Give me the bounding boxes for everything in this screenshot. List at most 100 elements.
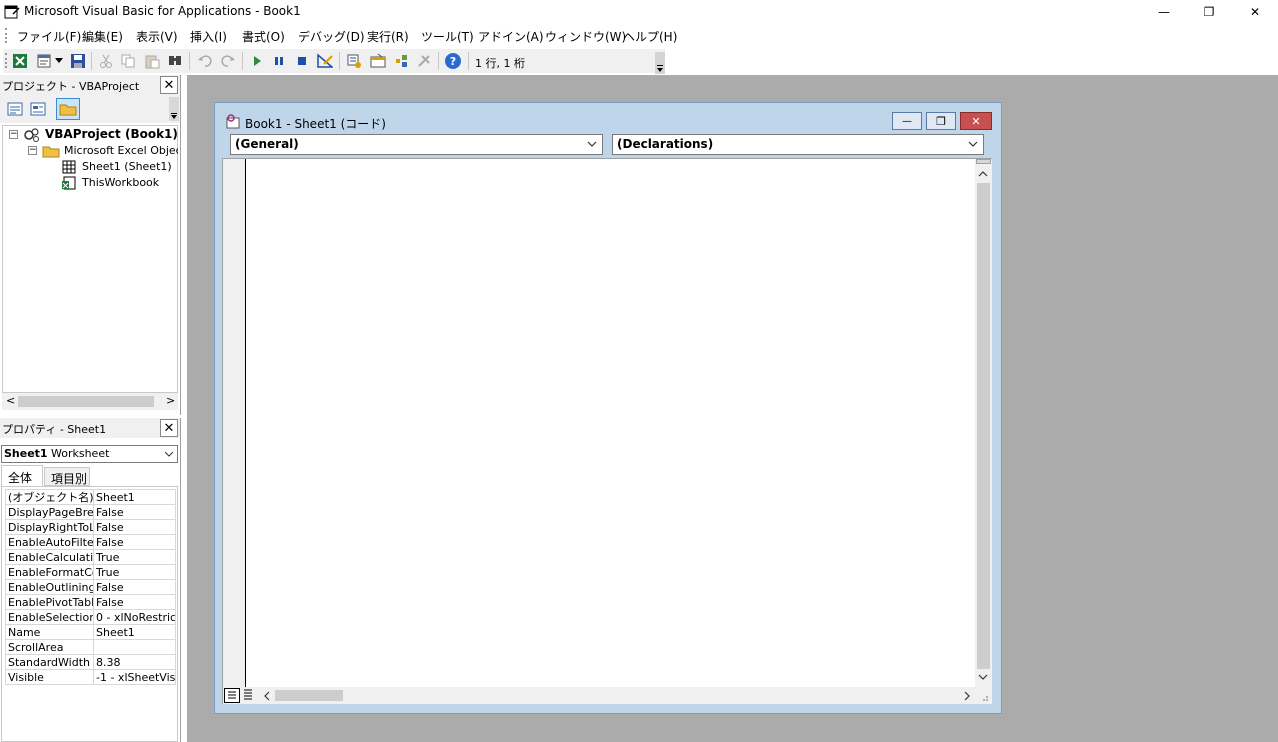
property-value[interactable] <box>93 639 176 655</box>
menu-run[interactable]: 実行(R) <box>367 28 409 45</box>
cut-icon[interactable] <box>97 52 115 70</box>
property-row[interactable]: DisplayPageBreaksFalse <box>5 504 176 520</box>
property-value[interactable]: Sheet1 <box>93 489 176 505</box>
collapse-folder-toggle[interactable]: − <box>28 146 37 155</box>
property-value[interactable]: 0 - xlNoRestrictions <box>93 609 176 625</box>
menu-help[interactable]: ヘルプ(H) <box>623 28 677 45</box>
code-window-restore-button[interactable]: ❐ <box>926 112 956 130</box>
collapse-root-toggle[interactable]: − <box>9 130 18 139</box>
menu-edit[interactable]: 編集(E) <box>82 28 123 45</box>
toolbox-icon[interactable] <box>415 52 433 70</box>
property-value[interactable]: True <box>93 549 176 565</box>
procedure-combo[interactable]: (Declarations) <box>612 134 984 155</box>
property-value[interactable]: 8.38 <box>93 654 176 670</box>
close-button[interactable]: ✕ <box>1232 0 1278 24</box>
code-vscrollbar[interactable] <box>975 159 992 687</box>
project-pane-close-button[interactable]: ✕ <box>160 76 178 94</box>
property-value[interactable]: True <box>93 564 176 580</box>
property-row[interactable]: StandardWidth 8.38 <box>5 654 176 670</box>
menu-insert[interactable]: 挿入(I) <box>190 28 227 45</box>
properties-pane-close-button[interactable]: ✕ <box>160 419 178 437</box>
run-icon[interactable] <box>248 52 266 70</box>
properties-icon[interactable] <box>369 52 387 70</box>
excel-icon[interactable] <box>11 52 29 70</box>
reset-icon[interactable] <box>293 52 311 70</box>
break-icon[interactable] <box>270 52 288 70</box>
property-value[interactable]: -1 - xlSheetVisible <box>93 669 176 685</box>
copy-icon[interactable] <box>119 52 137 70</box>
code-editor[interactable] <box>222 158 992 704</box>
property-name[interactable]: Visible <box>5 669 94 685</box>
tree-item-excel-objects[interactable]: Microsoft Excel Objects <box>64 144 178 157</box>
property-row[interactable]: Visible-1 - xlSheetVisible <box>5 669 176 685</box>
project-tree-hscrollbar[interactable]: < > <box>2 393 178 410</box>
size-grip[interactable] <box>979 690 989 702</box>
property-name[interactable]: DisplayPageBreaks <box>5 504 94 520</box>
margin-indicator-bar[interactable] <box>223 159 246 687</box>
property-name[interactable]: ScrollArea <box>5 639 94 655</box>
find-icon[interactable] <box>166 52 184 70</box>
property-row[interactable]: DisplayRightToLeftFalse <box>5 519 176 535</box>
property-name[interactable]: EnableFormatConditionsCalculation <box>5 564 94 580</box>
restore-button[interactable]: ❐ <box>1186 0 1232 24</box>
code-window-minimize-button[interactable]: — <box>892 112 922 130</box>
property-value[interactable]: False <box>93 504 176 520</box>
property-name[interactable]: EnableAutoFilter <box>5 534 94 550</box>
menu-file[interactable]: ファイル(F) <box>17 28 81 45</box>
insert-module-icon[interactable] <box>35 52 53 70</box>
property-value[interactable]: False <box>93 594 176 610</box>
property-row[interactable]: Name Sheet1 <box>5 624 176 640</box>
paste-icon[interactable] <box>143 52 161 70</box>
property-name[interactable]: (オブジェクト名) <box>5 489 94 505</box>
project-toolbar-chevron[interactable] <box>169 97 179 121</box>
help-icon[interactable]: ? <box>444 52 462 70</box>
property-row[interactable]: EnableCalculationTrue <box>5 549 176 565</box>
split-bar[interactable] <box>976 159 991 164</box>
property-name[interactable]: Name <box>5 624 94 640</box>
code-window-close-button[interactable]: ✕ <box>960 112 992 130</box>
property-row[interactable]: (オブジェクト名) Sheet1 <box>5 489 176 505</box>
scrollbar-thumb[interactable] <box>977 183 990 669</box>
object-browser-icon[interactable] <box>392 52 410 70</box>
property-name[interactable]: EnablePivotTable <box>5 594 94 610</box>
property-name[interactable]: DisplayRightToLeft <box>5 519 94 535</box>
tree-item-sheet1[interactable]: Sheet1 (Sheet1) <box>82 160 172 173</box>
property-row[interactable]: EnablePivotTable False <box>5 594 176 610</box>
property-value[interactable]: False <box>93 579 176 595</box>
menu-view[interactable]: 表示(V) <box>136 28 178 45</box>
tab-categorized[interactable]: 項目別 <box>44 467 90 486</box>
full-module-view-button[interactable] <box>241 688 257 703</box>
property-row[interactable]: EnableFormatConditionsCalculationTrue <box>5 564 176 580</box>
property-row[interactable]: ScrollArea <box>5 639 176 655</box>
property-name[interactable]: EnableSelection <box>5 609 94 625</box>
property-name[interactable]: StandardWidth <box>5 654 94 670</box>
undo-icon[interactable] <box>196 52 214 70</box>
redo-icon[interactable] <box>219 52 237 70</box>
menu-addins[interactable]: アドイン(A) <box>478 28 544 45</box>
object-selector[interactable]: Sheet1 Worksheet <box>1 445 178 463</box>
property-row[interactable]: EnableOutlining False <box>5 579 176 595</box>
menu-debug[interactable]: デバッグ(D) <box>298 28 365 45</box>
dropdown-arrow-icon[interactable] <box>53 52 65 70</box>
property-row[interactable]: EnableAutoFilter False <box>5 534 176 550</box>
design-mode-icon[interactable] <box>316 52 334 70</box>
scrollbar-thumb[interactable] <box>275 690 343 701</box>
scroll-right-icon[interactable]: > <box>166 394 175 407</box>
property-value[interactable]: False <box>93 534 176 550</box>
save-icon[interactable] <box>69 52 87 70</box>
tree-item-vbaproject[interactable]: VBAProject (Book1) <box>45 127 178 141</box>
menu-tools[interactable]: ツール(T) <box>421 28 474 45</box>
view-object-icon[interactable] <box>29 100 47 118</box>
tab-alphabetic[interactable]: 全体 <box>1 465 43 486</box>
minimize-button[interactable]: — <box>1141 0 1187 24</box>
menu-format[interactable]: 書式(O) <box>242 28 285 45</box>
toggle-folders-button[interactable] <box>56 98 80 120</box>
scrollbar-thumb[interactable] <box>18 396 154 407</box>
property-value[interactable]: False <box>93 519 176 535</box>
tree-item-thisworkbook[interactable]: ThisWorkbook <box>82 176 159 189</box>
property-row[interactable]: EnableSelection0 - xlNoRestrictions <box>5 609 176 625</box>
property-value[interactable]: Sheet1 <box>93 624 176 640</box>
procedure-view-button[interactable] <box>224 688 240 703</box>
toolbar-options-chevron[interactable] <box>655 52 665 74</box>
property-name[interactable]: EnableOutlining <box>5 579 94 595</box>
